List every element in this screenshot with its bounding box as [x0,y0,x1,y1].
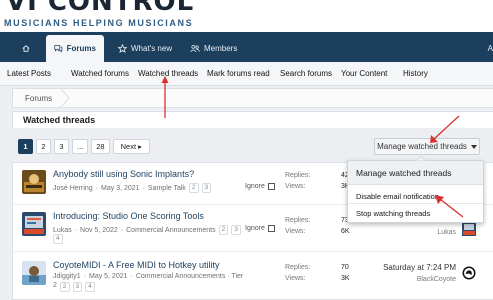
main-navbar: Forums What's new Members A [0,32,493,62]
menu-divider [348,203,483,204]
thread-meta: José Herring · May 3, 2021 · Sample Talk… [53,183,212,193]
page-3-button[interactable]: 3 [54,139,69,154]
thread-forum[interactable]: Sample Talk [148,185,186,192]
ignore-toggle[interactable]: Ignore [245,225,275,232]
thread-meta: Lukas · Nov 5, 2022 · Commercial Announc… [53,225,241,235]
subnav-your-content[interactable]: Your Content [341,69,387,78]
replies-label: Replies: [285,264,311,271]
ignore-checkbox[interactable] [267,183,275,190]
last-poster[interactable]: BlackCoyote [417,276,456,283]
views-label: Views: [285,183,306,190]
subnav-watched-forums[interactable]: Watched forums [71,69,129,78]
thread-forum[interactable]: Commercial Announcements · Tier [136,273,243,280]
thread-title[interactable]: Introducing: Studio One Scoring Tools [53,211,204,221]
breadcrumb: Forums [12,88,493,108]
thread-title[interactable]: CoyoteMIDI - A Free MIDI to Hotkey utili… [53,260,220,270]
thread-page-link[interactable]: 4 [53,234,63,244]
views-label: Views: [285,275,306,282]
thread-date[interactable]: May 3, 2021 [101,185,140,192]
page-title-bar: Watched threads [12,111,493,128]
caret-down-icon [470,144,477,149]
thread-title[interactable]: Anybody still using Sonic Implants? [53,169,194,179]
thread-page-prefix[interactable]: 2 [53,282,57,292]
thread-page-link[interactable]: 3 [231,225,241,235]
menu-header: Manage watched threads [348,161,483,185]
replies-label: Replies: [285,217,311,224]
forums-subnav: Latest Posts Watched forums Watched thre… [0,62,493,86]
thread-stat-labels: Replies: Views: [285,262,310,284]
page-28-button[interactable]: 28 [91,139,110,154]
thread-author[interactable]: José Herring [53,185,93,192]
thread-page-link[interactable]: 4 [85,282,95,292]
thread-date[interactable]: Nov 5, 2022 [80,227,118,234]
thread-stat-labels: Replies: Views: [285,215,310,237]
tab-members[interactable]: Members [182,35,245,62]
chat-icon [54,45,63,53]
avatar[interactable] [22,170,46,194]
replies-label: Replies: [285,172,311,179]
replies-count: 70 [341,264,349,271]
manage-button-label: Manage watched threads [377,142,467,151]
ignore-checkbox[interactable] [267,225,275,232]
breadcrumb-forums[interactable]: Forums [25,94,52,103]
thread-page-link[interactable]: 2 [188,183,199,193]
tab-whats-new[interactable]: What's new [110,35,180,62]
breadcrumb-chevron-icon [59,88,70,108]
thread-meta-wrap: 2 2 3 4 [53,282,95,292]
page-2-button[interactable]: 2 [36,139,51,154]
disable-email-notification-item[interactable]: Disable email notification [356,192,439,201]
ignore-toggle[interactable]: Ignore [245,183,275,190]
thread-author[interactable]: Jdiggity1 [53,273,81,280]
thread-forum[interactable]: Commercial Announcements [126,227,216,234]
site-tagline: MUSICIANS HELPING MUSICIANS [4,18,194,28]
next-page-button[interactable]: Next ▸ [112,139,150,154]
views-label: Views: [285,228,306,235]
ignore-label: Ignore [245,225,265,232]
thread-page-link[interactable]: 3 [72,282,83,292]
last-poster-avatar[interactable] [462,222,476,236]
thread-date[interactable]: May 5, 2021 [89,273,128,280]
star-icon [118,44,127,53]
last-poster-avatar[interactable] [462,266,476,280]
views-count: 3K [341,275,350,282]
ignore-label: Ignore [245,183,265,190]
avatar[interactable] [22,261,46,285]
manage-watched-threads-button[interactable]: Manage watched threads [374,138,480,155]
views-count: 6K [341,228,350,235]
subnav-history[interactable]: History [403,69,428,78]
stop-watching-threads-item[interactable]: Stop watching threads [356,209,430,218]
tab-forums-label: Forums [66,44,96,53]
subnav-mark-forums-read[interactable]: Mark forums read [207,69,270,78]
avatar[interactable] [22,212,46,236]
manage-watched-threads-menu: Manage watched threads Disable email not… [347,156,484,223]
thread-page-link[interactable]: 2 [218,225,229,235]
thread-page-link[interactable]: 3 [201,183,212,193]
site-header: VI CONTROL MUSICIANS HELPING MUSICIANS [0,0,493,32]
tab-members-label: Members [204,44,238,53]
subnav-watched-threads[interactable]: Watched threads [138,69,198,78]
last-post-date[interactable]: Saturday at 7:24 PM [383,263,456,272]
last-poster[interactable]: Lukas [437,229,456,236]
page-ellipsis-button[interactable]: ... [72,139,89,154]
site-logo[interactable]: VI CONTROL [6,0,194,17]
page-title: Watched threads [23,115,96,125]
subnav-search-forums[interactable]: Search forums [280,69,332,78]
thread-page-link[interactable]: 2 [59,282,70,292]
thread-stat-labels: Replies: Views: [285,170,310,192]
thread-author[interactable]: Lukas [53,227,72,234]
pagination: 1 2 3 ... 28 Next ▸ [18,139,150,154]
home-icon [22,45,30,52]
tab-forums[interactable]: Forums [46,35,104,62]
thread-meta: Jdiggity1 · May 5, 2021 · Commercial Ann… [53,273,244,280]
home-tab[interactable] [14,35,38,62]
page-1-button[interactable]: 1 [18,139,33,154]
thread-row[interactable]: CoyoteMIDI - A Free MIDI to Hotkey utili… [13,252,493,300]
subnav-latest-posts[interactable]: Latest Posts [7,69,51,78]
thread-stat-values: 70 3K [341,262,350,284]
thread-meta-wrap: 4 [53,234,63,244]
tab-whats-new-label: What's new [131,44,173,53]
account-menu-edge[interactable]: A [485,35,493,62]
users-icon [190,44,200,53]
